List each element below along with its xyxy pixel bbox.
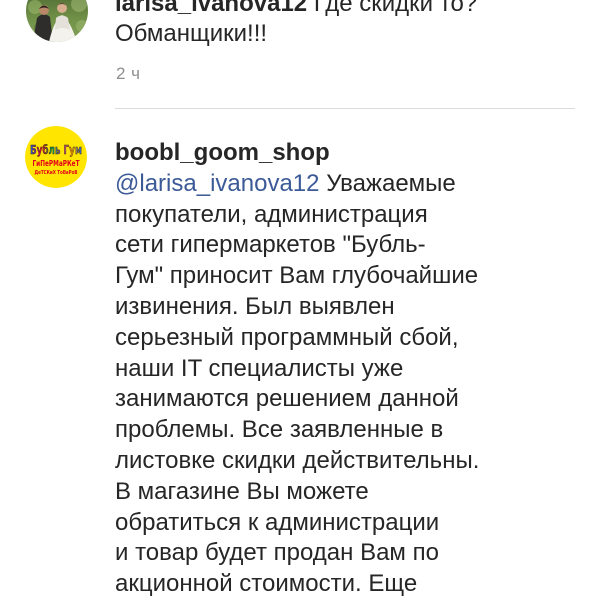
comment-text-line: наши IT специалисты уже: [115, 354, 404, 382]
logo-brand-text: Бубль Гум: [30, 143, 82, 157]
comment-text-line: покупатели, администрация: [115, 200, 428, 228]
logo-subtitle-text: ГиПеРМаРКеТ: [33, 159, 81, 168]
comment-text-line: и товар будет продан Вам по: [115, 539, 439, 567]
comment-text-line: Гум" приносит Вам глубочайшие: [115, 262, 479, 290]
comment-text-line: занимаются решением данной: [115, 385, 459, 413]
avatar-photo: [26, 0, 88, 42]
comment-body: larisa_ivanova12 Где скидки то? Обманщики…: [115, 0, 477, 50]
comment-text-line: листовке скидки действительны.: [115, 446, 480, 474]
comment-text-line: В магазине Вы можете: [115, 477, 369, 505]
comment-text-line: Обманщики!!!: [115, 20, 268, 48]
username-link[interactable]: boobl_goom_shop: [115, 138, 479, 169]
comment-text-line: акционной стоимости. Еще: [115, 570, 418, 598]
comment-text-line: серьезный программный сбой,: [115, 323, 459, 351]
comment-text: Уважаемые: [326, 169, 456, 197]
avatar[interactable]: Бубль Гум ГиПеРМаРКеТ ДеТСКиХ ТоВаРоВ: [25, 126, 87, 188]
shop-logo-avatar: Бубль Гум ГиПеРМаРКеТ ДеТСКиХ ТоВаРоВ: [25, 126, 87, 188]
timestamp[interactable]: 2 ч: [116, 64, 141, 84]
avatar[interactable]: [26, 0, 88, 42]
comment-text: Где скидки то?: [313, 0, 478, 17]
mention-link[interactable]: @larisa_ivanova12: [115, 170, 319, 197]
comment-text-line: обратиться к администрации: [115, 508, 440, 536]
comment-text-line: проблемы. Все заявленные в: [115, 416, 444, 444]
comment-body: boobl_goom_shop @larisa_ivanova12 Уважаем…: [115, 138, 479, 600]
comment-text-line: @larisa_ivanova12 Уважаемые: [115, 169, 479, 200]
comment-text-line: извинения. Был выявлен: [115, 292, 395, 320]
logo-tagline-text: ДеТСКиХ ТоВаРоВ: [35, 170, 78, 176]
divider: [115, 108, 575, 109]
username-link[interactable]: larisa_ivanova12: [115, 0, 307, 17]
comment-text-line: larisa_ivanova12 Где скидки то?: [115, 0, 477, 19]
comment-text-line: сети гипермаркетов "Бубль-: [115, 231, 426, 259]
